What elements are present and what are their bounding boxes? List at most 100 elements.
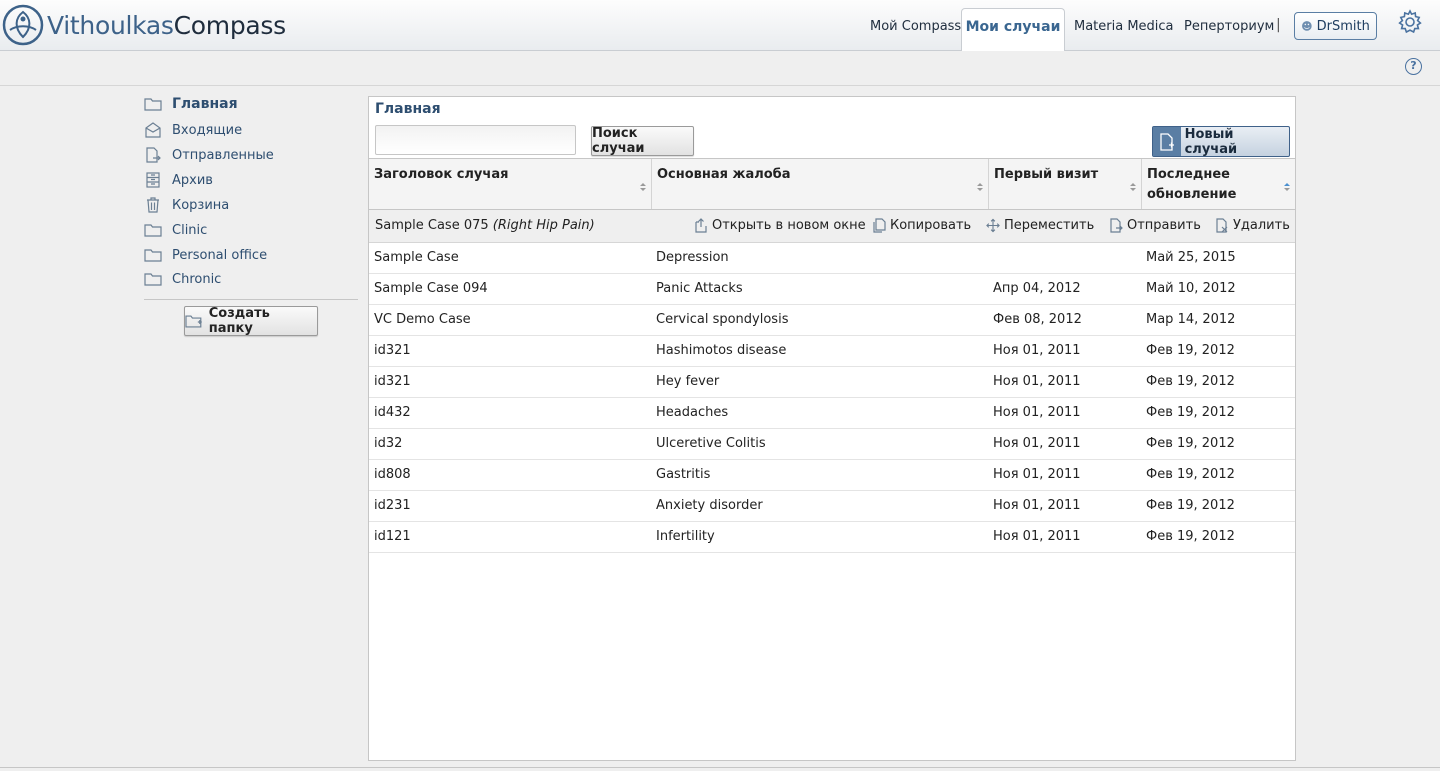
move-button[interactable]: Переместить (986, 218, 1094, 233)
table-row[interactable]: id432 Headaches Ноя 01, 2011 Фев 19, 201… (369, 398, 1295, 429)
nav-my-cases[interactable]: Мои случаи (961, 8, 1065, 51)
action-label: Удалить (1233, 218, 1290, 233)
sidebar-item-label: Главная (172, 96, 238, 112)
create-folder-button[interactable]: Создать папку (184, 306, 318, 336)
settings-gear-icon[interactable] (1397, 9, 1423, 35)
inbox-icon (145, 122, 161, 138)
sidebar-item-trash[interactable]: Корзина (144, 197, 229, 213)
create-folder-label: Создать папку (208, 306, 270, 336)
folder-icon (144, 98, 162, 111)
case-title: id808 (374, 467, 411, 482)
column-header-complaint[interactable]: Основная жалоба (652, 159, 989, 209)
sort-icon (977, 183, 983, 191)
case-last-update: Фев 19, 2012 (1146, 467, 1235, 482)
case-title: VC Demo Case (374, 312, 471, 327)
sidebar-item-archive[interactable]: Архив (144, 172, 213, 188)
help-icon[interactable]: ? (1405, 58, 1422, 75)
case-first-visit: Ноя 01, 2011 (993, 436, 1081, 451)
case-first-visit: Апр 04, 2012 (993, 281, 1081, 296)
case-complaint: Gastritis (656, 467, 711, 482)
user-icon: ☻ (1301, 19, 1313, 33)
user-name: DrSmith (1316, 18, 1370, 34)
table-header: Заголовок случая Основная жалоба Первый … (369, 158, 1295, 210)
cases-table-body: Sample Case Depression Май 25, 2015 Samp… (369, 243, 1295, 553)
column-header-last-update[interactable]: Последнее обновление (1142, 159, 1295, 209)
case-search-input[interactable] (375, 125, 576, 155)
send-button[interactable]: Отправить (1109, 218, 1201, 233)
table-row[interactable]: id808 Gastritis Ноя 01, 2011 Фев 19, 201… (369, 460, 1295, 491)
table-row[interactable]: Sample Case Depression Май 25, 2015 (369, 243, 1295, 274)
table-row[interactable]: id32 Ulceretive Colitis Ноя 01, 2011 Фев… (369, 429, 1295, 460)
selected-case-row[interactable]: Sample Case 075 (Right Hip Pain) Открыть… (369, 210, 1295, 243)
sidebar-item-sent[interactable]: Отправленные (144, 147, 274, 163)
sort-icon (640, 183, 646, 191)
new-folder-icon (185, 315, 202, 328)
table-row[interactable]: VC Demo Case Cervical spondylosis Фев 08… (369, 305, 1295, 336)
bottom-border (0, 767, 1440, 771)
compass-logo-icon (2, 4, 44, 46)
brand-part2: Compass (173, 10, 287, 40)
case-complaint: Anxiety disorder (656, 498, 763, 513)
sidebar-item-inbox[interactable]: Входящие (144, 122, 242, 138)
table-row[interactable]: id121 Infertility Ноя 01, 2011 Фев 19, 2… (369, 522, 1295, 553)
case-complaint: Hashimotos disease (656, 343, 787, 358)
case-last-update: Фев 19, 2012 (1146, 405, 1235, 420)
open-external-icon (695, 218, 707, 233)
table-row[interactable]: id321 Hey fever Ноя 01, 2011 Фев 19, 201… (369, 367, 1295, 398)
sidebar-item-label: Отправленные (172, 147, 274, 163)
sidebar-item-chronic[interactable]: Chronic (144, 271, 221, 287)
nav-repertory[interactable]: Реперториум (1184, 19, 1274, 34)
copy-button[interactable]: Копировать (872, 218, 971, 233)
sidebar-item-home[interactable]: Главная (144, 96, 238, 112)
top-header: VithoulkasCompass Мой Compass Мои случаи… (0, 0, 1440, 51)
delete-icon (1216, 218, 1228, 233)
search-cases-button[interactable]: Поиск случаи (591, 126, 694, 156)
case-complaint: Headaches (656, 405, 729, 420)
column-header-title[interactable]: Заголовок случая (369, 159, 652, 209)
new-case-label: Новый случай (1184, 126, 1238, 157)
logo[interactable]: VithoulkasCompass (2, 4, 286, 46)
sidebar-item-label: Clinic (172, 222, 208, 238)
selected-case-name: Sample Case 075 (375, 218, 489, 233)
sidebar-item-label: Входящие (172, 122, 243, 138)
sidebar-item-personal-office[interactable]: Personal office (144, 247, 267, 263)
brand-part1: Vithoulkas (47, 10, 174, 40)
case-complaint: Infertility (656, 529, 715, 544)
user-button[interactable]: ☻ DrSmith (1294, 12, 1377, 40)
case-last-update: Фев 19, 2012 (1146, 343, 1235, 358)
folder-icon (144, 224, 162, 237)
column-header-label: Основная жалоба (657, 167, 791, 182)
open-new-window-button[interactable]: Открыть в новом окне (694, 218, 866, 233)
column-header-label: Первый визит (994, 167, 1099, 182)
case-last-update: Май 25, 2015 (1146, 250, 1236, 265)
folder-icon (144, 273, 162, 286)
column-header-first-visit[interactable]: Первый визит (989, 159, 1142, 209)
column-header-label: Заголовок случая (374, 167, 509, 182)
folder-icon (144, 249, 162, 262)
action-label: Открыть в новом окне (712, 218, 866, 233)
case-last-update: Мар 14, 2012 (1146, 312, 1236, 327)
table-row[interactable]: id321 Hashimotos disease Ноя 01, 2011 Фе… (369, 336, 1295, 367)
case-last-update: Фев 19, 2012 (1146, 436, 1235, 451)
table-row[interactable]: Sample Case 094 Panic Attacks Апр 04, 20… (369, 274, 1295, 305)
table-row[interactable]: id231 Anxiety disorder Ноя 01, 2011 Фев … (369, 491, 1295, 522)
sidebar-item-label: Корзина (172, 197, 230, 213)
sidebar-item-clinic[interactable]: Clinic (144, 222, 207, 238)
archive-icon (146, 172, 160, 188)
new-document-icon (1153, 127, 1181, 156)
delete-button[interactable]: Удалить (1215, 218, 1290, 233)
case-complaint: Panic Attacks (656, 281, 743, 296)
nav-materia-medica[interactable]: Materia Medica (1074, 19, 1174, 34)
new-case-button[interactable]: Новый случай (1152, 126, 1290, 157)
sort-icon (1130, 183, 1136, 191)
cases-panel: Главная Поиск случаи Новый случай Заголо… (368, 96, 1296, 761)
case-first-visit: Фев 08, 2012 (993, 312, 1082, 327)
action-label: Отправить (1127, 218, 1201, 233)
send-icon (1110, 218, 1123, 233)
nav-my-compass[interactable]: Мой Compass (870, 19, 961, 34)
sort-active-icon (1284, 183, 1290, 191)
case-first-visit: Ноя 01, 2011 (993, 343, 1081, 358)
move-icon (986, 218, 1000, 233)
action-label: Переместить (1004, 218, 1095, 233)
case-complaint: Hey fever (656, 374, 720, 389)
